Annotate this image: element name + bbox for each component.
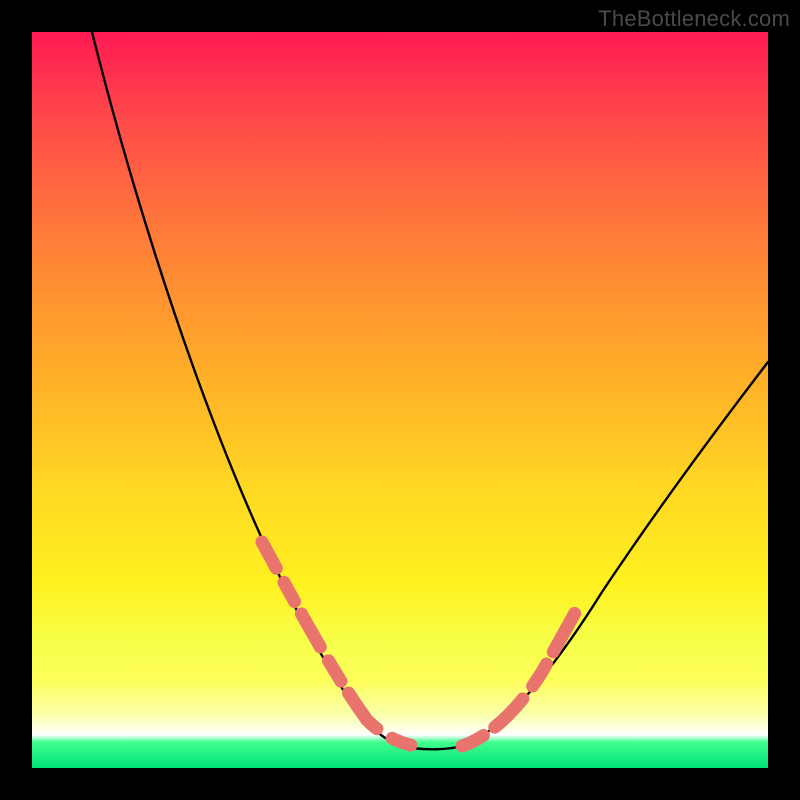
curve-right-branch <box>462 362 768 746</box>
curve-left-branch <box>92 32 412 748</box>
curve-valley <box>412 746 462 749</box>
bottleneck-curve-svg <box>32 32 768 768</box>
watermark-text: TheBottleneck.com <box>598 6 790 32</box>
dash-overlay-left <box>262 542 447 748</box>
chart-plot-area <box>32 32 768 768</box>
dash-overlay-right <box>462 580 592 746</box>
